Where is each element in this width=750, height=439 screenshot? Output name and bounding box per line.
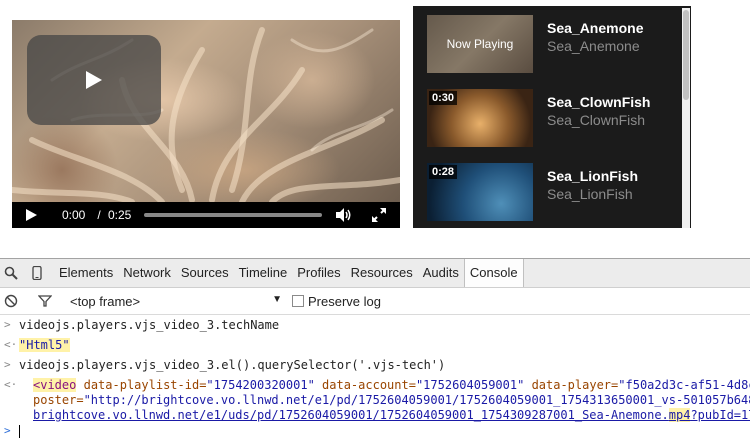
tab-resources[interactable]: Resources [346,259,418,287]
attr-value: "http://brightcove.vo.llnwd.net/e1/pd/17… [83,393,750,407]
fullscreen-button[interactable] [372,208,386,222]
video-player[interactable]: 0:00 / 0:25 [12,20,400,228]
playlist-item-title: Sea_Anemone [547,20,644,36]
time-separator: / [97,208,101,222]
playlist-thumbnail[interactable]: 0:30 [427,89,533,147]
clear-console-icon[interactable] [4,294,18,308]
duration-badge: 0:30 [429,91,458,105]
playlist-item[interactable]: Now Playing Sea_Anemone Sea_Anemone [413,6,681,80]
console-result: "Html5" [19,338,70,352]
playlist-item-title: Sea_ClownFish [547,94,651,110]
input-prompt: > [4,358,11,371]
console-command: videojs.players.vjs_video_3.el().querySe… [19,358,446,372]
play-icon [26,209,37,221]
duration-badge: 0:28 [429,165,458,179]
filter-icon[interactable] [38,294,52,308]
device-mode-icon[interactable] [30,266,44,280]
devtools-tabbar: Elements Network Sources Timeline Profil… [0,259,750,288]
src-extension[interactable]: mp4 [668,408,691,422]
control-bar: 0:00 / 0:25 [12,202,400,228]
tab-audits[interactable]: Audits [418,259,464,287]
playlist: Now Playing Sea_Anemone Sea_Anemone 0:30… [413,6,691,228]
src-url[interactable]: brightcove.vo.llnwd.net/e1/uds/pd/175260… [33,408,669,422]
preserve-log-label: Preserve log [308,293,381,309]
tab-network[interactable]: Network [118,259,176,287]
console-input[interactable] [19,424,20,438]
play-button[interactable] [26,208,40,222]
playlist-item[interactable]: 0:28 Sea_LionFish Sea_LionFish [413,154,681,228]
chevron-down-icon: ▼ [272,293,282,305]
play-icon [86,71,102,89]
big-play-button[interactable] [27,35,161,125]
frame-selector[interactable]: <top frame> ▼ [70,294,282,309]
tab-timeline[interactable]: Timeline [234,259,293,287]
src-query[interactable]: ?pubId=17 [690,408,750,422]
tab-console[interactable]: Console [463,259,524,287]
volume-button[interactable] [336,208,354,222]
video-frame[interactable] [12,20,400,202]
result-string: "Html5" [19,338,70,352]
tab-elements[interactable]: Elements [54,259,118,287]
attr-name: poster= [33,393,84,407]
result-prompt: <· [4,378,18,391]
preserve-log-checkbox[interactable] [292,295,304,307]
now-playing-overlay: Now Playing [427,15,533,73]
element-node[interactable]: <video data-playlist-id="1754200320001" … [33,378,750,392]
tab-sources[interactable]: Sources [176,259,234,287]
search-icon[interactable] [4,266,18,280]
attr-value: "f50a2d3c-af51-4d8c [618,378,750,392]
playlist-scrollbar[interactable] [682,8,690,228]
console-command: videojs.players.vjs_video_3.techName [19,318,280,332]
progress-bar[interactable] [144,213,322,217]
attr-name: data-account= [322,378,416,392]
playlist-item[interactable]: 0:30 Sea_ClownFish Sea_ClownFish [413,80,681,154]
devtools-panel: Elements Network Sources Timeline Profil… [0,258,750,439]
playlist-item-title: Sea_LionFish [547,168,639,184]
attr-value: "1752604059001" [415,378,525,392]
poster-attr: poster="http://brightcove.vo.llnwd.net/e… [33,393,750,407]
video-tag: <video [33,378,77,392]
src-link[interactable]: brightcove.vo.llnwd.net/e1/uds/pd/175260… [33,408,750,422]
fullscreen-icon [372,208,386,222]
tab-profiles[interactable]: Profiles [292,259,345,287]
attr-name: data-player= [531,378,619,392]
playlist-item-description: Sea_ClownFish [547,112,646,128]
attr-value: "1754200320001" [206,378,315,392]
input-prompt: > [4,318,11,331]
duration: 0:25 [108,208,132,222]
frame-selector-value: <top frame> [70,293,141,309]
console-toolbar: <top frame> ▼ Preserve log [0,288,750,315]
playlist-thumbnail[interactable]: Now Playing [427,15,533,73]
playlist-item-description: Sea_LionFish [547,186,633,202]
volume-icon [336,208,351,222]
playlist-item-description: Sea_Anemone [547,38,640,54]
result-prompt: <· [4,338,18,351]
attr-name: data-playlist-id= [83,378,207,392]
playlist-thumbnail[interactable]: 0:28 [427,163,533,221]
preserve-log[interactable]: Preserve log [292,294,381,309]
text-caret [19,425,20,438]
scrollbar-thumb[interactable] [683,10,689,100]
current-time: 0:00 [62,208,86,222]
active-prompt: > [4,424,11,437]
